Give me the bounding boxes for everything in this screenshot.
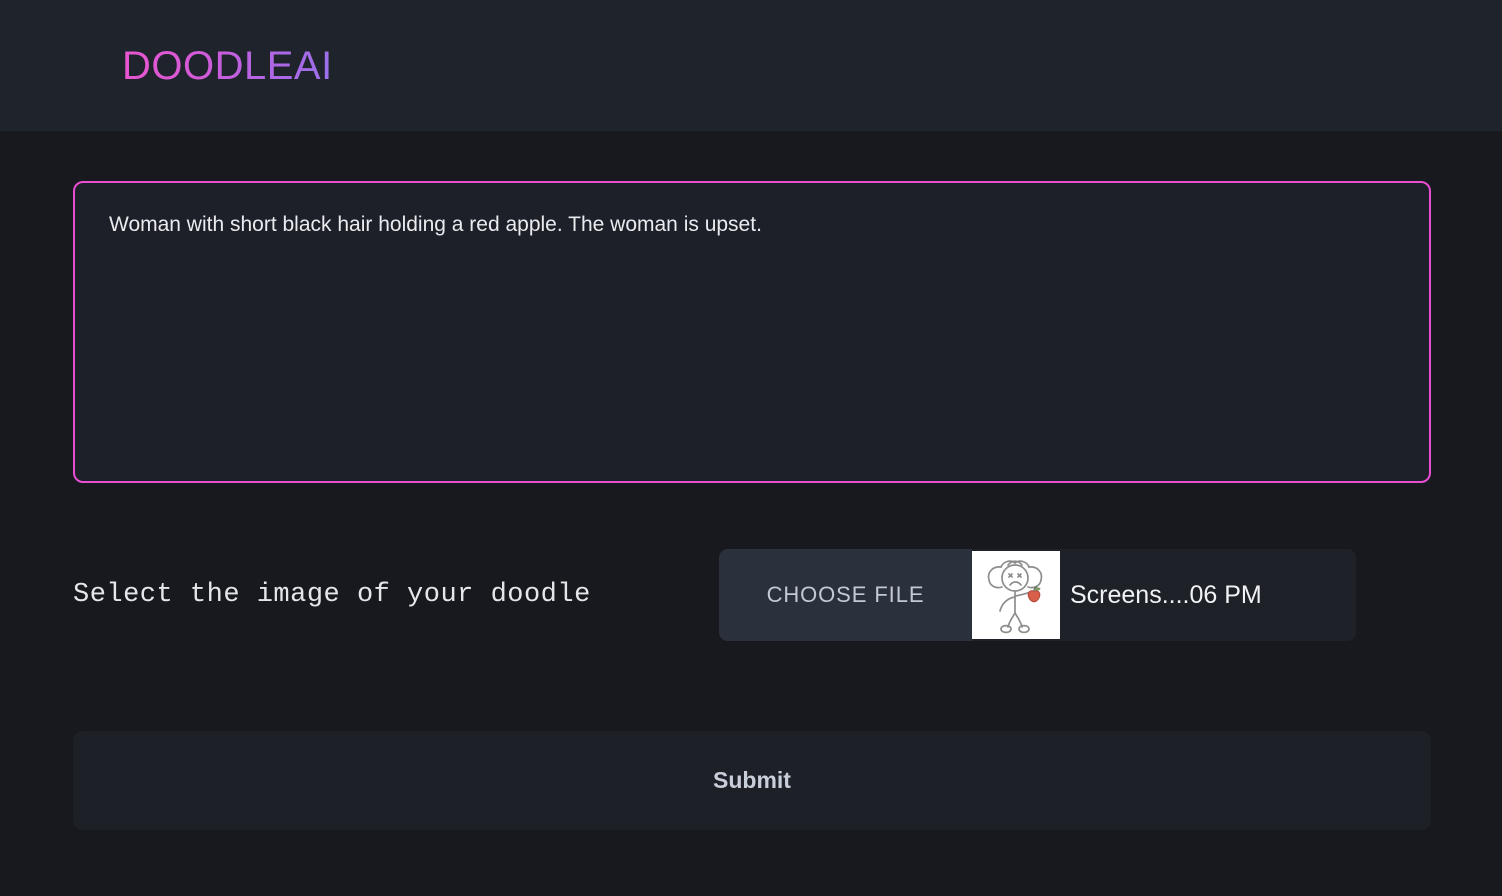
file-input-control[interactable]: CHOOSE FILE Screens....06 PM bbox=[719, 549, 1356, 641]
file-upload-row: Select the image of your doodle CHOOSE F… bbox=[73, 549, 1431, 641]
app-header: DOODLEAI bbox=[0, 0, 1502, 131]
prompt-textarea[interactable]: Woman with short black hair holding a re… bbox=[73, 181, 1431, 483]
doodle-thumbnail-icon bbox=[972, 551, 1060, 639]
file-input-label: Select the image of your doodle bbox=[73, 580, 591, 610]
main-content: Woman with short black hair holding a re… bbox=[0, 131, 1502, 896]
prompt-text-value: Woman with short black hair holding a re… bbox=[109, 213, 762, 236]
submit-button[interactable]: Submit bbox=[73, 731, 1431, 830]
app-logo[interactable]: DOODLEAI bbox=[122, 46, 333, 86]
selected-file-name: Screens....06 PM bbox=[1070, 580, 1262, 609]
choose-file-button[interactable]: CHOOSE FILE bbox=[719, 549, 972, 641]
